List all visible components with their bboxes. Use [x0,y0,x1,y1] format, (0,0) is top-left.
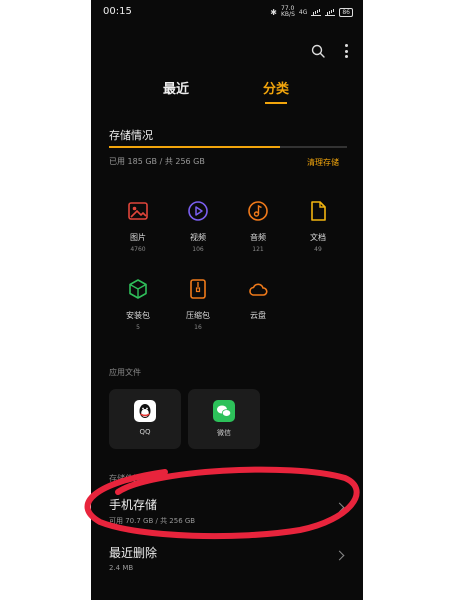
qq-icon [134,400,156,422]
phone-storage-title: 手机存储 [109,498,158,512]
clean-storage-button[interactable]: 清理存储 [307,157,339,168]
status-time: 00:15 [103,6,132,17]
category-videos[interactable]: 视频 106 [169,200,227,253]
storage-location-title: 存储位置 [109,474,141,483]
recently-deleted-title: 最近删除 [109,546,158,560]
chevron-right-icon [334,502,345,513]
audio-icon [248,201,268,221]
archive-icon [190,279,206,299]
search-icon[interactable] [311,44,325,58]
toolbar [311,44,349,58]
category-packages[interactable]: 安装包 5 [109,278,167,331]
network-type: 4G [298,8,308,16]
category-images[interactable]: 图片 4760 [109,200,167,253]
category-documents[interactable]: 文档 49 [289,200,347,253]
tab-bar: 最近 分类 [91,78,363,108]
battery-icon: 86 [339,7,353,17]
more-options-icon[interactable] [343,44,349,58]
category-cloud[interactable]: 云盘 [229,278,287,321]
phone-screen: 00:15 ✱ 77.0 KB/S 4G 86 最近 分类 存储情况 已用 18… [91,0,363,600]
status-bar: 00:15 ✱ 77.0 KB/S 4G 86 [91,0,363,24]
document-icon [311,201,326,221]
app-card-wechat[interactable]: 微信 [188,389,260,449]
recently-deleted-sub: 2.4 MB [109,564,134,572]
phone-storage-sub: 可用 70.7 GB / 共 256 GB [109,517,196,525]
storage-progress-fill [109,146,281,148]
tab-category[interactable]: 分类 [263,78,289,97]
recently-deleted-row[interactable]: 最近删除 2.4 MB [91,544,363,584]
video-icon [188,201,208,221]
image-icon [128,202,148,220]
phone-storage-row[interactable]: 手机存储 可用 70.7 GB / 共 256 GB [91,496,363,536]
package-icon [129,279,147,299]
chevron-right-icon-2 [334,550,345,561]
net-speed: 77.0 KB/S [281,5,295,18]
app-card-qq[interactable]: QQ [109,389,181,449]
wechat-icon [213,400,235,422]
signal-icon-2 [325,8,336,16]
tab-recent[interactable]: 最近 [163,78,189,97]
cloud-icon [249,283,268,296]
status-icons: ✱ 77.0 KB/S 4G 86 [270,6,353,18]
storage-title: 存储情况 [109,129,153,142]
storage-progress-bar [109,146,347,148]
app-files-title: 应用文件 [109,368,141,377]
bluetooth-icon: ✱ [270,7,277,17]
signal-icon [311,8,322,16]
storage-used-text: 已用 185 GB / 共 256 GB [109,157,205,166]
tab-active-indicator [265,102,287,104]
category-audio[interactable]: 音频 121 [229,200,287,253]
category-archives[interactable]: 压缩包 16 [169,278,227,331]
